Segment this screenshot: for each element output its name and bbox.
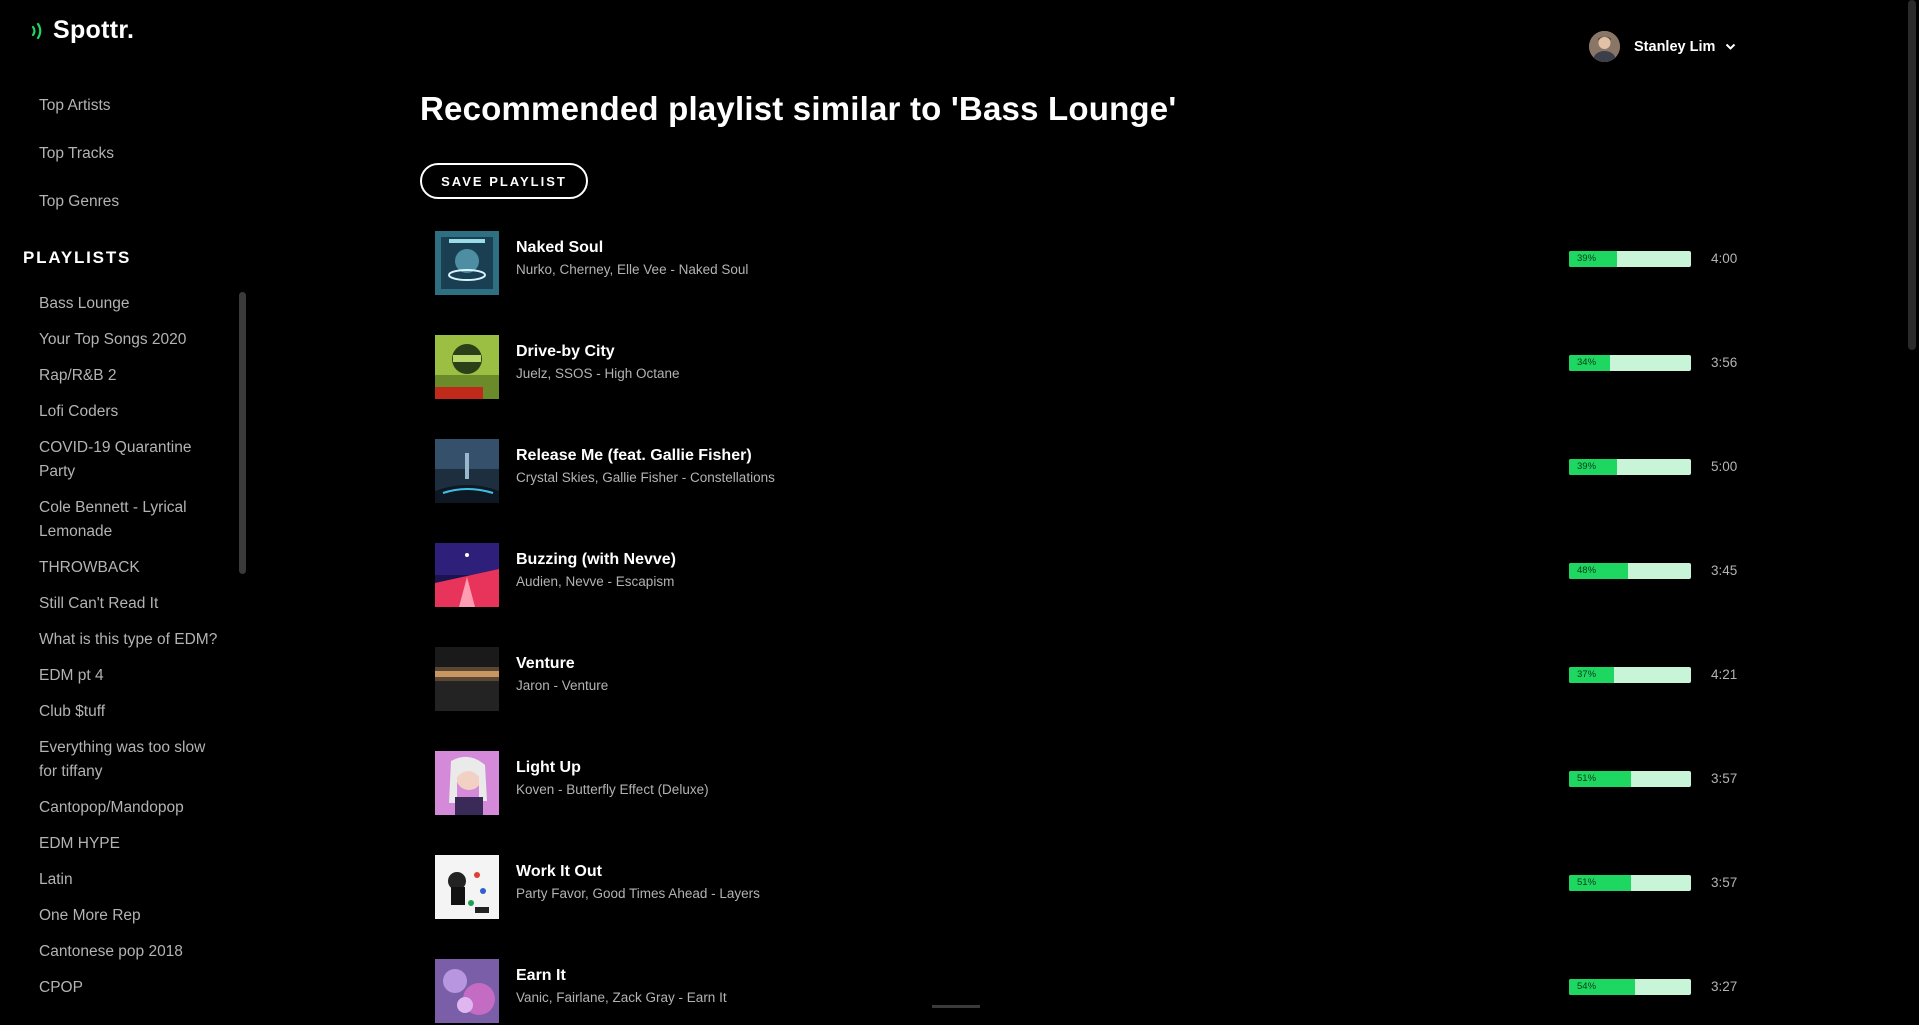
user-menu[interactable]: Stanley Lim [1589,31,1736,62]
sidebar-playlist-item[interactable]: Cantonese pop 2018 [39,940,219,964]
match-bar: 51% [1569,875,1691,891]
track-title: Earn It [516,967,566,984]
sidebar-playlist-item[interactable]: Your Top Songs 2020 [39,328,219,352]
track-duration: 5:00 [1711,459,1738,474]
match-percent: 48% [1577,565,1597,576]
track-row[interactable]: Earn It Vanic, Fairlane, Zack Gray - Earn… [435,959,1745,1025]
track-artists-album: Audien, Nevve - Escapism [516,574,675,589]
sound-waves-icon [31,22,42,39]
sidebar-playlist-item[interactable]: Lofi Coders [39,400,219,424]
match-percent: 51% [1577,877,1597,888]
album-cover [435,855,499,919]
track-row[interactable]: Naked Soul Nurko, Cherney, Elle Vee - Nak… [435,231,1745,297]
track-row[interactable]: Drive-by City Juelz, SSOS - High Octane 34… [435,335,1745,401]
track-artists-album: Nurko, Cherney, Elle Vee - Naked Soul [516,262,749,277]
album-cover [435,231,499,295]
track-duration: 4:21 [1711,667,1738,682]
match-bar: 48% [1569,563,1691,579]
sidebar-playlist-item[interactable]: Everything was too slow for tiffany [39,736,219,784]
playlists-heading: PLAYLISTS [23,248,132,267]
sidebar-playlist-item[interactable]: COVID-19 Quarantine Party [39,436,219,484]
sidebar-playlist-item[interactable]: CPOP [39,976,219,1000]
playlist-list: Bass Lounge Your Top Songs 2020 Rap/R&B 2 L… [39,292,219,1012]
album-cover [435,543,499,607]
sidebar-playlist-item[interactable]: EDM HYPE [39,832,219,856]
nav-top-artists[interactable]: Top Artists [39,97,111,115]
brand-name: Spottr. [53,16,135,44]
album-cover [435,439,499,503]
track-title: Light Up [516,759,581,776]
sidebar-playlist-item[interactable]: Club $tuff [39,700,219,724]
album-cover [435,335,499,399]
track-title: Naked Soul [516,239,604,256]
track-row[interactable]: Work It Out Party Favor, Good Times Ahead… [435,855,1745,921]
sidebar-playlist-item[interactable]: THROWBACK [39,556,219,580]
page-title: Recommended playlist similar to 'Bass Lo… [420,90,1177,127]
sidebar-playlist-item[interactable]: Cole Bennett - Lyrical Lemonade [39,496,219,544]
track-row[interactable]: Light Up Koven - Butterfly Effect (Deluxe… [435,751,1745,817]
track-artists-album: Juelz, SSOS - High Octane [516,366,680,381]
match-percent: 37% [1577,669,1597,680]
track-duration: 3:45 [1711,563,1738,578]
sidebar-playlist-item[interactable]: Bass Lounge [39,292,219,316]
logo[interactable]: Spottr. [30,16,134,45]
sidebar-playlist-item[interactable]: EDM pt 4 [39,664,219,688]
chevron-down-icon[interactable] [1725,43,1736,51]
nav-top-tracks[interactable]: Top Tracks [39,145,114,163]
track-duration: 4:00 [1711,251,1738,266]
track-duration: 3:57 [1711,771,1738,786]
sidebar-playlist-item[interactable]: Latin [39,868,219,892]
user-name: Stanley Lim [1634,38,1716,55]
main-scrollbar[interactable] [1908,0,1916,350]
track-title: Drive-by City [516,343,615,360]
track-title: Buzzing (with Nevve) [516,551,677,568]
track-row[interactable]: Release Me (feat. Gallie Fisher) Crystal … [435,439,1745,505]
match-bar: 39% [1569,251,1691,267]
match-percent: 39% [1577,461,1597,472]
sidebar-playlist-item[interactable]: Rap/R&B 2 [39,364,219,388]
track-duration: 3:57 [1711,875,1738,890]
track-duration: 3:27 [1711,979,1738,994]
nav-top-genres[interactable]: Top Genres [39,193,119,211]
track-artists-album: Koven - Butterfly Effect (Deluxe) [516,782,709,797]
match-bar: 34% [1569,355,1691,371]
match-bar: 37% [1569,667,1691,683]
track-row[interactable]: Venture Jaron - Venture 37% 4:21 [435,647,1745,713]
match-percent: 51% [1577,773,1597,784]
sidebar-playlist-item[interactable]: Cantopop/Mandopop [39,796,219,820]
sidebar: Spottr. Top Artists Top Tracks Top Genre… [0,0,250,1008]
match-bar: 54% [1569,979,1691,995]
save-playlist-button[interactable]: SAVE PLAYLIST [420,163,588,199]
album-cover [435,751,499,815]
album-cover [435,959,499,1023]
track-row[interactable]: Buzzing (with Nevve) Audien, Nevve - Esca… [435,543,1745,609]
track-title: Work It Out [516,863,602,880]
sidebar-playlist-item[interactable]: One More Rep [39,904,219,928]
match-percent: 54% [1577,981,1597,992]
track-title: Release Me (feat. Gallie Fisher) [516,447,752,464]
match-percent: 34% [1577,357,1597,368]
track-artists-album: Jaron - Venture [516,678,609,693]
avatar [1589,31,1620,62]
track-duration: 3:56 [1711,355,1738,370]
track-artists-album: Vanic, Fairlane, Zack Gray - Earn It [516,990,727,1005]
sidebar-playlist-item[interactable]: Still Can't Read It [39,592,219,616]
match-bar: 39% [1569,459,1691,475]
sidebar-scrollbar[interactable] [239,292,246,574]
match-bar: 51% [1569,771,1691,787]
match-percent: 39% [1577,253,1597,264]
album-cover [435,647,499,711]
sidebar-playlist-item[interactable]: What is this type of EDM? [39,628,219,652]
track-artists-album: Crystal Skies, Gallie Fisher - Constella… [516,470,775,485]
track-artists-album: Party Favor, Good Times Ahead - Layers [516,886,760,901]
track-title: Venture [516,655,575,672]
